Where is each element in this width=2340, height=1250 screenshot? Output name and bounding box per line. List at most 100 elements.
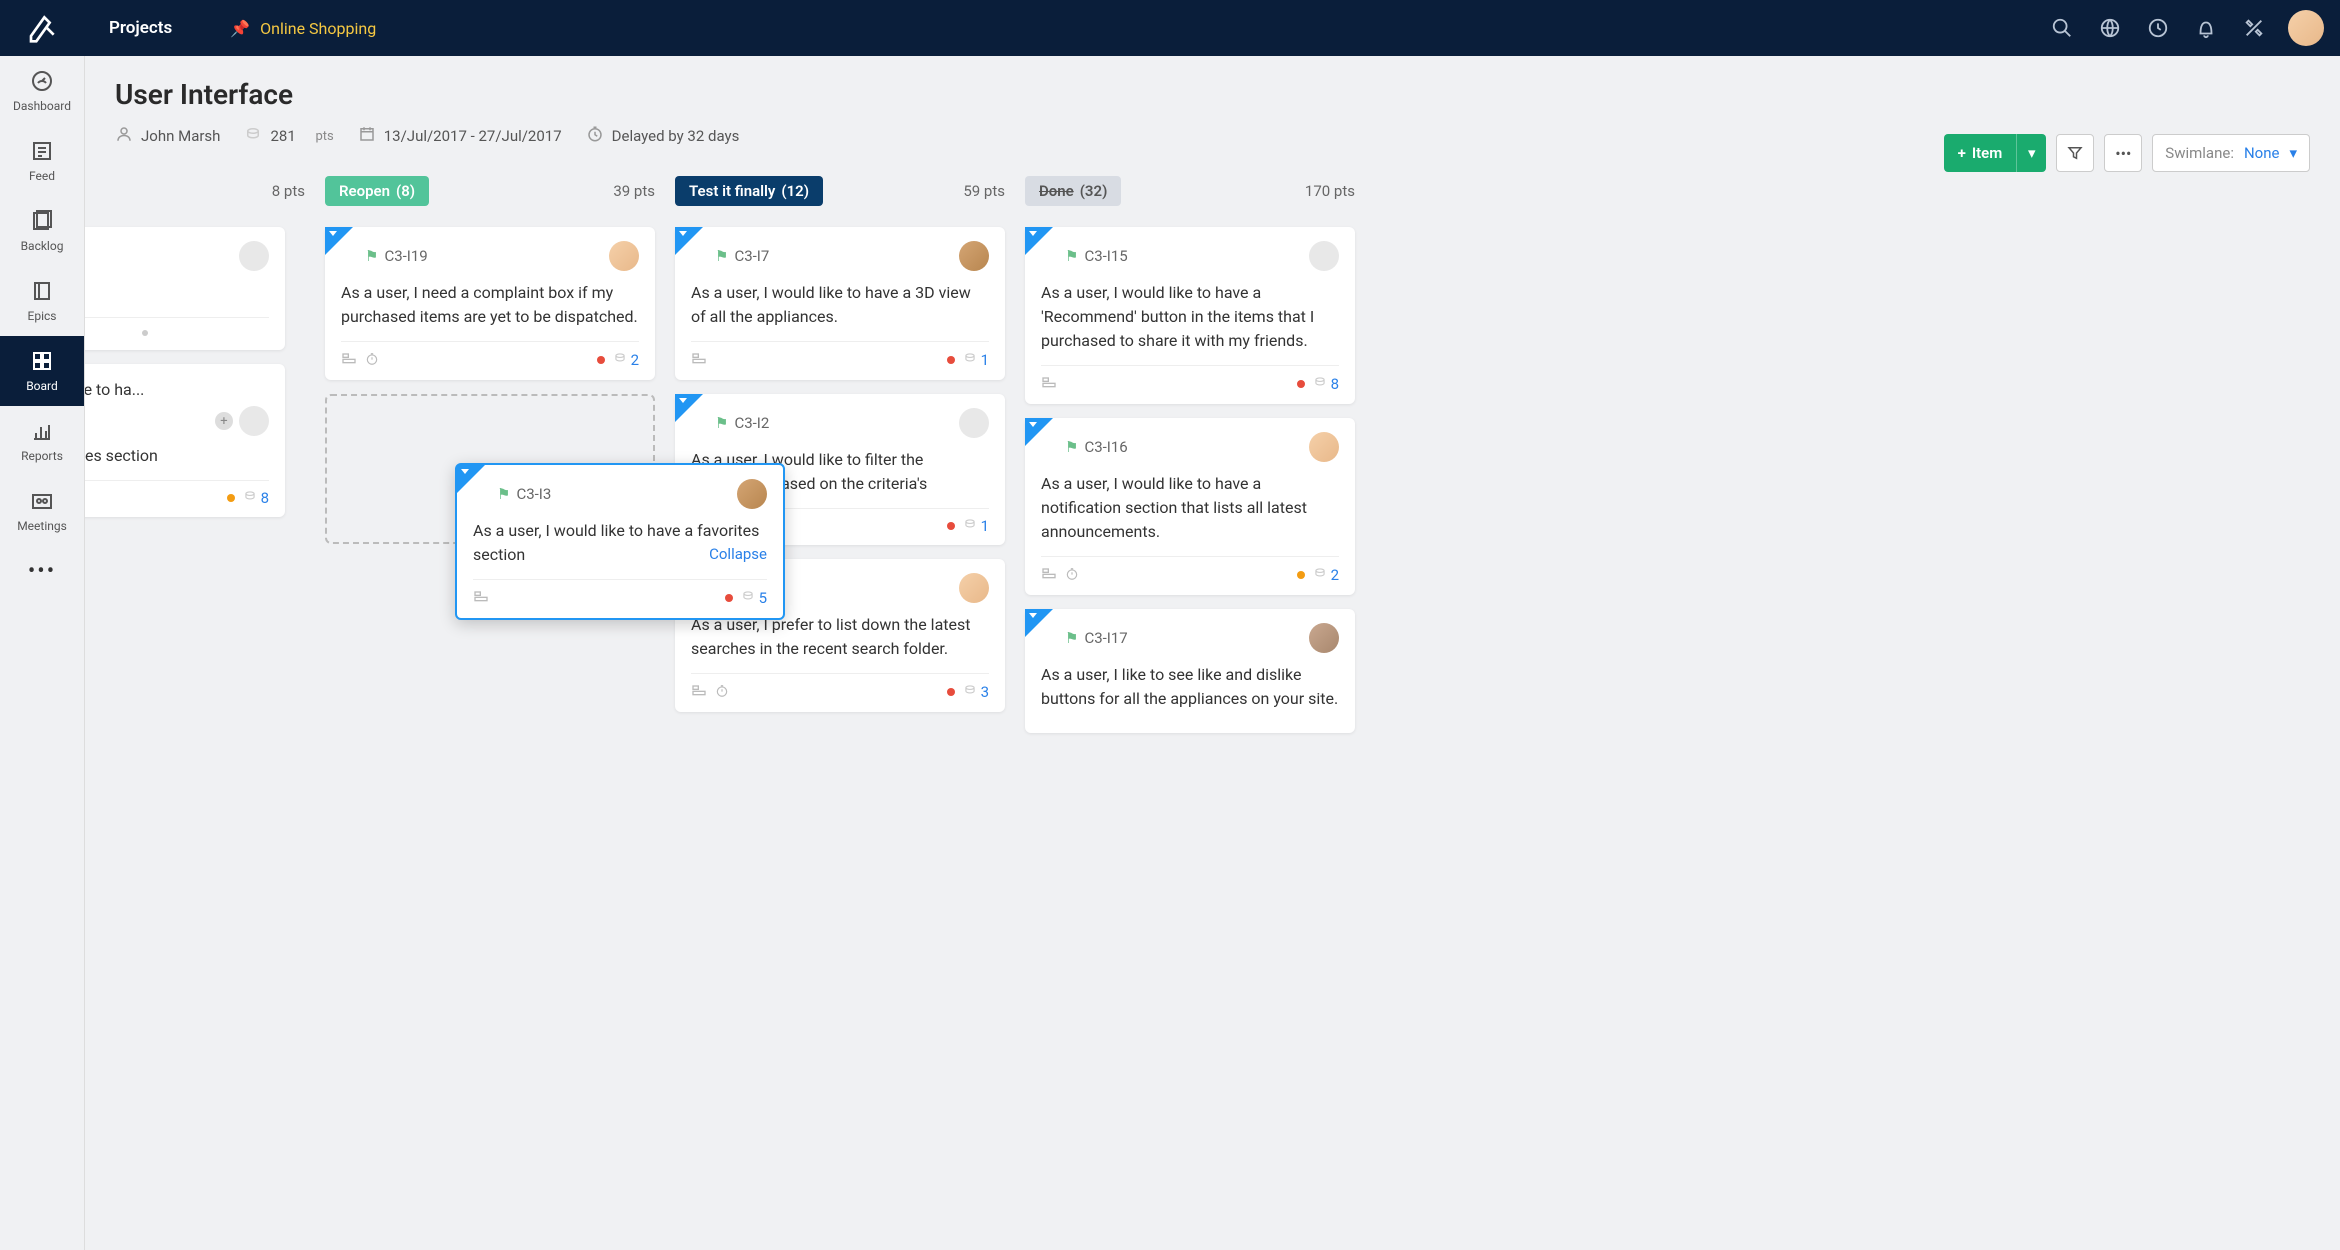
sidebar: Dashboard Feed Backlog Epics Board Repor… (0, 56, 85, 1250)
add-item-dropdown[interactable]: ▾ (2016, 134, 2046, 172)
priority-dot (597, 356, 605, 364)
breadcrumb-label: Online Shopping (260, 19, 376, 38)
sidebar-item-dashboard[interactable]: Dashboard (0, 56, 84, 126)
card-points: 2 (631, 351, 639, 369)
card-text: As a user, I would like to have a 'Recom… (1041, 281, 1339, 353)
subtask-icon (1041, 565, 1057, 585)
flag-icon: ⚑ (715, 414, 728, 432)
subtask-icon (691, 350, 707, 370)
flag-icon: ⚑ (365, 247, 378, 265)
coins-icon (613, 351, 627, 369)
collapse-link[interactable]: Collapse (709, 543, 767, 566)
board-card[interactable]: ⚑ C3-I16 As a user, I would like to have … (1025, 418, 1355, 595)
card-text: As a user, I would like to have a 3D vie… (691, 281, 989, 329)
coins-icon (244, 125, 262, 147)
bell-icon[interactable] (2184, 6, 2228, 50)
card-id: C3-I19 (384, 247, 427, 265)
card-avatar (959, 408, 989, 438)
calendar-icon (358, 125, 376, 147)
card-points: 3 (981, 683, 989, 701)
card-id: C3-I2 (734, 414, 769, 432)
card-avatar (737, 479, 767, 509)
column-points: 59 pts (963, 182, 1005, 200)
board-card[interactable]: ⚑ C3-I7 As a user, I would like to have a… (675, 227, 1005, 380)
card-id: C3-I7 (734, 247, 769, 265)
swimlane-label: Swimlane: (2165, 144, 2234, 162)
dragging-card[interactable]: ⚑C3-I3 As a user, I would like to have a… (455, 463, 785, 620)
kanban-board: 8 pts rts would like to ha... + or favor… (115, 173, 2310, 747)
search-icon[interactable] (2040, 6, 2084, 50)
priority-dot (947, 356, 955, 364)
board-card[interactable]: ⚑C3-I17 As a user, I like to see like an… (1025, 609, 1355, 733)
priority-dot (1297, 380, 1305, 388)
page-title: User Interface (115, 78, 2310, 111)
card-avatar (609, 241, 639, 271)
more-button[interactable]: ••• (2104, 134, 2142, 172)
priority-dot (947, 688, 955, 696)
card-id: C3-I15 (1084, 247, 1127, 265)
pin-icon: 📌 (230, 19, 250, 38)
card-points: 2 (1331, 566, 1339, 584)
board-card[interactable]: ⚑ C3-I15 As a user, I would like to have … (1025, 227, 1355, 404)
subtask-icon (473, 588, 489, 608)
card-avatar (959, 573, 989, 603)
timer-icon (1065, 566, 1079, 585)
app-logo[interactable] (0, 0, 85, 56)
card-points: 8 (261, 489, 269, 507)
sidebar-item-backlog[interactable]: Backlog (0, 196, 84, 266)
card-avatar (1309, 432, 1339, 462)
clock-icon[interactable] (2136, 6, 2180, 50)
priority-dot (725, 594, 733, 602)
board-column: Test it finally(12) 59 pts ⚑ C3-I7 As a u… (675, 173, 1005, 747)
user-avatar[interactable] (2288, 10, 2324, 46)
add-icon[interactable]: + (215, 412, 233, 430)
column-points: 170 pts (1305, 182, 1355, 200)
globe-icon[interactable] (2088, 6, 2132, 50)
board-card[interactable]: would like to ha... + or favorites secti… (85, 364, 285, 517)
card-avatar (239, 241, 269, 271)
sidebar-item-epics[interactable]: Epics (0, 266, 84, 336)
priority-dot (1297, 571, 1305, 579)
swimlane-value: None (2244, 144, 2280, 162)
flag-icon: ⚑ (1065, 438, 1078, 456)
top-bar: Projects 📌 Online Shopping (0, 0, 2340, 56)
board-card[interactable]: rts (85, 227, 285, 350)
breadcrumb-current[interactable]: 📌 Online Shopping (196, 19, 392, 38)
flag-icon: ⚑ (497, 485, 510, 503)
column-title[interactable]: Reopen(8) (325, 176, 429, 206)
swimlane-select[interactable]: Swimlane: None ▾ (2152, 134, 2310, 172)
dates-meta: 13/Jul/2017 - 27/Jul/2017 (358, 125, 562, 147)
coins-icon (741, 589, 755, 607)
card-text: As a user, I would like to have a notifi… (1041, 472, 1339, 544)
column-title[interactable]: Done(32) (1025, 176, 1121, 206)
tools-icon[interactable] (2232, 6, 2276, 50)
timer-icon (586, 125, 604, 147)
priority-dot (947, 522, 955, 530)
card-id: C3-I17 (1084, 629, 1127, 647)
flag-icon: ⚑ (715, 247, 728, 265)
sidebar-item-board[interactable]: Board (0, 336, 84, 406)
column-title[interactable]: Test it finally(12) (675, 176, 823, 206)
card-text: As a user, I would like to have a favori… (473, 519, 767, 567)
sidebar-item-reports[interactable]: Reports (0, 406, 84, 476)
card-points: 1 (981, 351, 989, 369)
sidebar-more[interactable]: ••• (0, 546, 84, 596)
board-card[interactable]: ⚑C3-I19 As a user, I need a complaint bo… (325, 227, 655, 380)
card-id: C3-I16 (1084, 438, 1127, 456)
sidebar-item-feed[interactable]: Feed (0, 126, 84, 196)
column-points: 39 pts (613, 182, 655, 200)
priority-dot (227, 494, 235, 502)
nav-projects[interactable]: Projects (85, 0, 196, 56)
filter-button[interactable] (2056, 134, 2094, 172)
sidebar-item-meetings[interactable]: Meetings (0, 476, 84, 546)
timer-icon (365, 351, 379, 370)
card-text: As a user, I like to see like and dislik… (1041, 663, 1339, 711)
points-meta: 281 pts (244, 125, 333, 147)
timer-icon (715, 683, 729, 702)
card-avatar (239, 406, 269, 436)
card-text: or favorites section (85, 444, 269, 468)
card-text: As a user, I prefer to list down the lat… (691, 613, 989, 661)
flag-icon: ⚑ (1065, 247, 1078, 265)
coins-icon (243, 489, 257, 507)
add-item-button[interactable]: +Item ▾ (1944, 134, 2047, 172)
